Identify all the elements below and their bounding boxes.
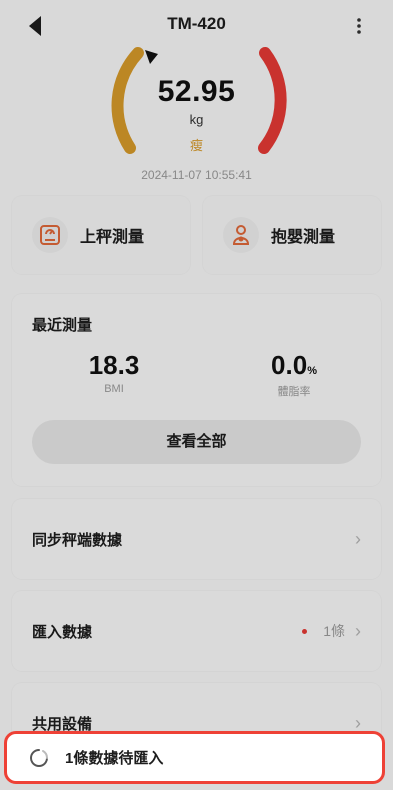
body-fat-caption: 體脂率 xyxy=(277,386,311,398)
loading-spinner-icon xyxy=(30,748,49,767)
pending-import-text: 1條數據待匯入 xyxy=(65,750,164,767)
scale-icon xyxy=(32,217,68,253)
body-fat-metric: 0.0% 體脂率 xyxy=(234,350,354,399)
pending-import-toast[interactable]: 1條數據待匯入 xyxy=(4,731,385,784)
import-count: 1條 xyxy=(323,623,345,639)
recent-measurements-card: 最近測量 18.3 BMI 0.0% 體脂率 查看全部 xyxy=(12,294,381,486)
baby-measure-label: 抱嬰測量 xyxy=(271,229,336,246)
more-vertical-icon[interactable] xyxy=(355,16,363,36)
bmi-metric: 18.3 BMI xyxy=(54,350,174,395)
weight-value: 52.95 xyxy=(157,75,236,108)
baby-measure-button[interactable]: 抱嬰測量 xyxy=(203,196,381,274)
body-fat-value: 0.0 xyxy=(271,350,308,380)
measurement-timestamp: 2024-11-07 10:55:41 xyxy=(141,168,252,182)
chevron-right-icon: › xyxy=(355,528,361,549)
import-data-label: 匯入數據 xyxy=(32,623,93,641)
bmi-value: 18.3 xyxy=(88,350,140,380)
weight-status: 瘦 xyxy=(189,138,203,153)
page-title: TM-420 xyxy=(167,14,226,33)
device-page: TM-420 52.95 kg 瘦 2024-11-07 10:55:41 上秤… xyxy=(0,0,393,790)
scale-measure-label: 上秤測量 xyxy=(80,229,145,246)
unread-dot xyxy=(302,628,308,634)
sync-scale-data-label: 同步秤端數據 xyxy=(32,531,123,549)
bmi-caption: BMI xyxy=(104,383,124,395)
baby-icon xyxy=(223,217,259,253)
scale-measure-button[interactable]: 上秤測量 xyxy=(12,196,190,274)
sync-scale-data-row[interactable]: 同步秤端數據 › xyxy=(12,499,381,579)
weight-unit: kg xyxy=(189,112,204,127)
recent-title: 最近測量 xyxy=(32,317,93,334)
import-data-row[interactable]: 匯入數據 1條 › xyxy=(12,591,381,671)
view-all-button[interactable]: 查看全部 xyxy=(32,420,361,464)
gauge-pointer-icon xyxy=(145,50,158,64)
body-fat-unit: % xyxy=(307,365,317,377)
chevron-right-icon: › xyxy=(355,620,361,641)
